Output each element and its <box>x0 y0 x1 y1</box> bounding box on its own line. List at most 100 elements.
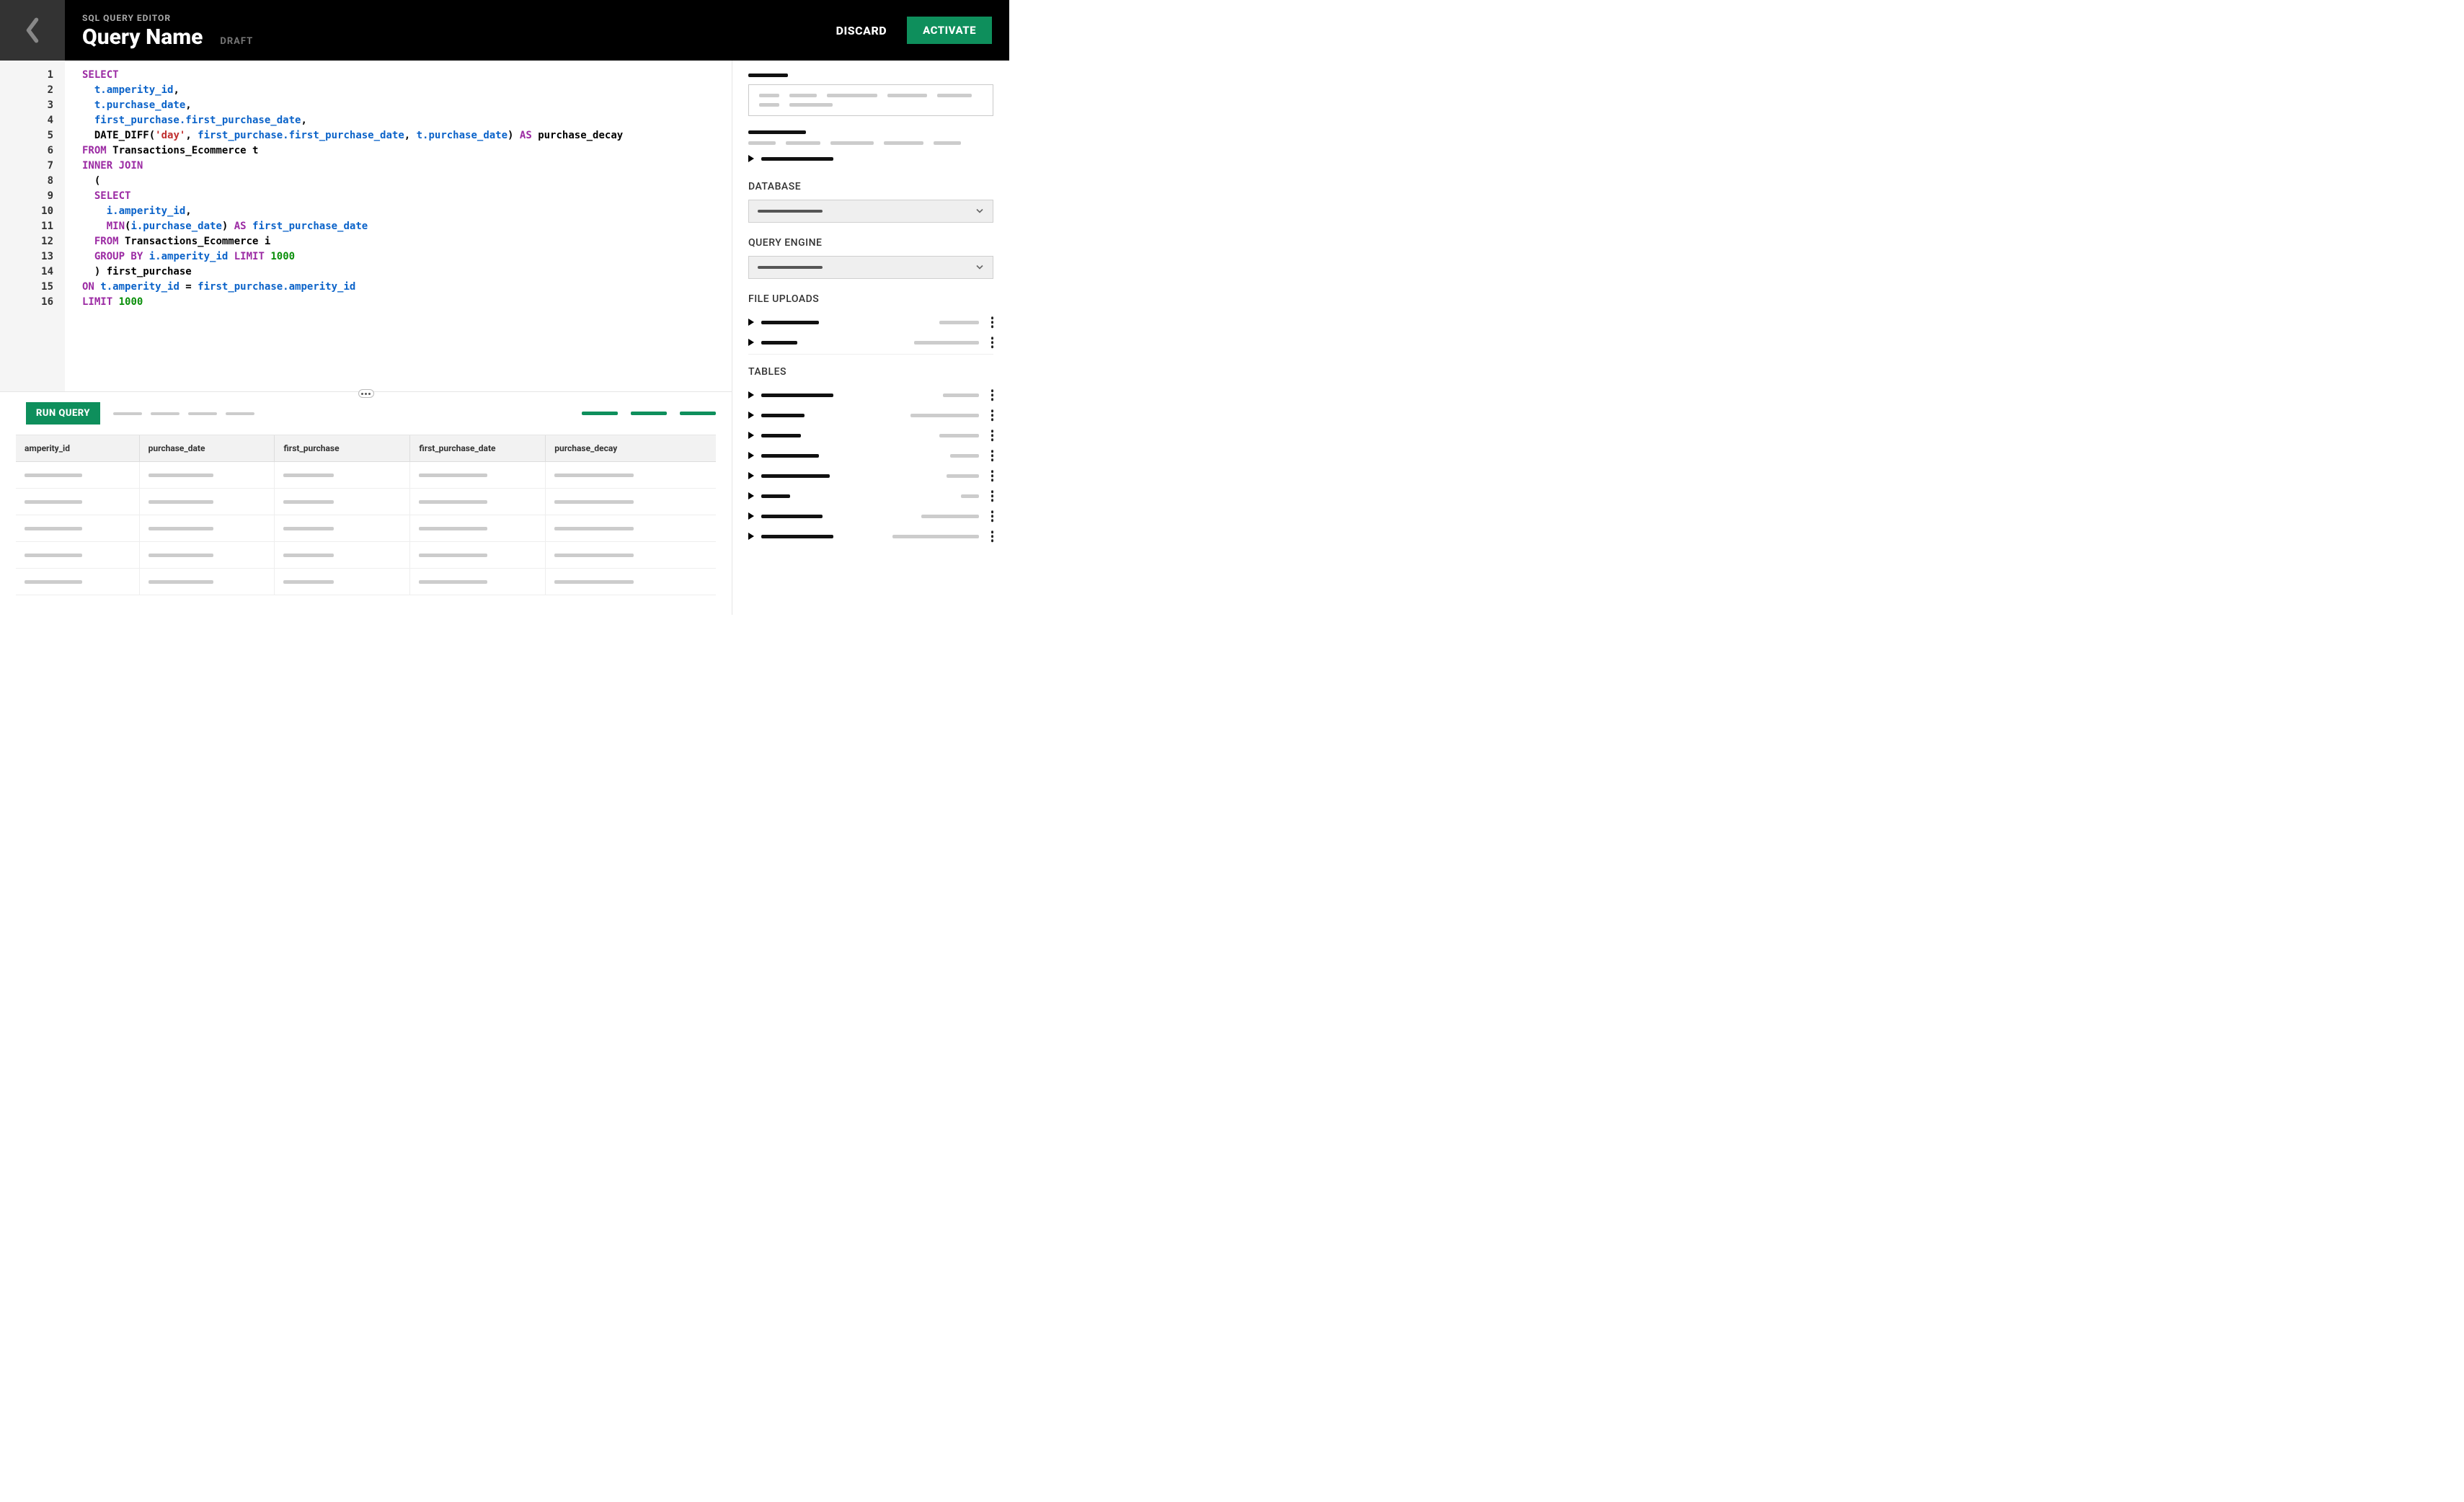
table-cell <box>410 515 546 541</box>
table-row[interactable] <box>16 542 716 569</box>
gutter-line: 5 <box>0 128 53 143</box>
more-menu-icon[interactable] <box>991 337 994 348</box>
code-line[interactable]: INNER JOIN <box>82 159 714 174</box>
upload-tree-item[interactable] <box>748 312 993 332</box>
more-menu-icon[interactable] <box>991 530 994 542</box>
table-cell <box>275 542 410 568</box>
code-line[interactable]: GROUP BY i.amperity_id LIMIT 1000 <box>82 249 714 265</box>
upload-tree-item[interactable] <box>748 332 993 352</box>
gutter-line: 12 <box>0 234 53 249</box>
results-header-row: amperity_idpurchase_datefirst_purchasefi… <box>16 435 716 462</box>
sql-editor[interactable]: 12345678910111213141516 SELECT t.amperit… <box>0 61 732 392</box>
code-line[interactable]: MIN(i.purchase_date) AS first_purchase_d… <box>82 219 714 234</box>
table-cell <box>275 515 410 541</box>
results-column-header[interactable]: purchase_decay <box>546 435 716 461</box>
expand-row[interactable] <box>748 155 993 162</box>
tree-item-label-placeholder <box>761 515 823 518</box>
triangle-right-icon <box>748 339 754 346</box>
panel-sub-placeholders <box>748 141 993 145</box>
results-column-header[interactable]: first_purchase_date <box>410 435 546 461</box>
gutter-line: 4 <box>0 113 53 128</box>
panel-subheading-placeholder <box>748 130 806 134</box>
panel-resize-handle[interactable] <box>358 389 374 398</box>
gutter-line: 8 <box>0 174 53 189</box>
table-cell <box>16 462 140 488</box>
triangle-right-icon <box>748 391 754 399</box>
more-menu-icon[interactable] <box>991 430 994 441</box>
table-row[interactable] <box>16 462 716 489</box>
code-line[interactable]: ON t.amperity_id = first_purchase.amperi… <box>82 280 714 295</box>
editor-code[interactable]: SELECT t.amperity_id, t.purchase_date, f… <box>65 61 732 391</box>
code-line[interactable]: ( <box>82 174 714 189</box>
more-menu-icon[interactable] <box>991 450 994 461</box>
table-tree-item[interactable] <box>748 385 993 405</box>
code-line[interactable]: t.amperity_id, <box>82 83 714 98</box>
query-engine-label: QUERY ENGINE <box>748 237 993 249</box>
database-dropdown[interactable] <box>748 200 993 223</box>
gutter-line: 10 <box>0 204 53 219</box>
header-bar: SQL QUERY EDITOR Query Name DRAFT DISCAR… <box>0 0 1009 61</box>
run-query-button[interactable]: RUN QUERY <box>26 402 100 425</box>
more-menu-icon[interactable] <box>991 490 994 502</box>
table-tree-item[interactable] <box>748 466 993 486</box>
table-cell <box>140 569 275 595</box>
table-tree-item[interactable] <box>748 445 993 466</box>
tree-item-label-placeholder <box>761 494 790 498</box>
code-line[interactable]: i.amperity_id, <box>82 204 714 219</box>
tree-item-label-placeholder <box>761 321 819 324</box>
status-badge: DRAFT <box>220 36 253 47</box>
table-tree-item[interactable] <box>748 425 993 445</box>
query-engine-dropdown[interactable] <box>748 256 993 279</box>
results-column-header[interactable]: amperity_id <box>16 435 140 461</box>
table-tree-item[interactable] <box>748 506 993 526</box>
table-tree-item[interactable] <box>748 405 993 425</box>
more-menu-icon[interactable] <box>991 316 994 328</box>
table-tree-item[interactable] <box>748 486 993 506</box>
table-tree-item[interactable] <box>748 526 993 546</box>
code-line[interactable]: t.purchase_date, <box>82 98 714 113</box>
table-cell <box>16 542 140 568</box>
code-line[interactable]: first_purchase.first_purchase_date, <box>82 113 714 128</box>
panel-heading-placeholder <box>748 74 788 77</box>
gutter-line: 16 <box>0 295 53 310</box>
gutter-line: 14 <box>0 265 53 280</box>
results-column-header[interactable]: first_purchase <box>275 435 410 461</box>
table-cell <box>275 462 410 488</box>
header-subtitle: SQL QUERY EDITOR <box>82 13 253 23</box>
results-column-header[interactable]: purchase_date <box>140 435 275 461</box>
tree-item-meta-placeholder <box>921 515 979 518</box>
table-row[interactable] <box>16 489 716 515</box>
gutter-line: 13 <box>0 249 53 265</box>
back-button[interactable] <box>0 0 65 61</box>
tree-item-label-placeholder <box>761 434 801 437</box>
tree-item-label-placeholder <box>761 454 819 458</box>
triangle-right-icon <box>748 432 754 439</box>
code-line[interactable]: DATE_DIFF('day', first_purchase.first_pu… <box>82 128 714 143</box>
page-title: Query Name <box>82 25 203 50</box>
table-row[interactable] <box>16 515 716 542</box>
table-cell <box>410 489 546 515</box>
more-menu-icon[interactable] <box>991 510 994 522</box>
tree-item-meta-placeholder <box>943 394 979 397</box>
code-line[interactable]: ) first_purchase <box>82 265 714 280</box>
code-line[interactable]: LIMIT 1000 <box>82 295 714 310</box>
table-cell <box>275 569 410 595</box>
table-row[interactable] <box>16 569 716 595</box>
table-cell <box>546 462 716 488</box>
gutter-line: 7 <box>0 159 53 174</box>
more-menu-icon[interactable] <box>991 409 994 421</box>
table-cell <box>546 542 716 568</box>
code-line[interactable]: FROM Transactions_Ecommerce i <box>82 234 714 249</box>
table-cell <box>546 515 716 541</box>
code-line[interactable]: SELECT <box>82 68 714 83</box>
code-line[interactable]: FROM Transactions_Ecommerce t <box>82 143 714 159</box>
activate-button[interactable]: ACTIVATE <box>907 17 992 44</box>
table-cell <box>410 542 546 568</box>
more-menu-icon[interactable] <box>991 389 994 401</box>
gutter-line: 2 <box>0 83 53 98</box>
discard-button[interactable]: DISCARD <box>836 24 887 37</box>
chevron-down-icon <box>975 261 984 275</box>
code-line[interactable]: SELECT <box>82 189 714 204</box>
more-menu-icon[interactable] <box>991 470 994 481</box>
table-cell <box>410 462 546 488</box>
